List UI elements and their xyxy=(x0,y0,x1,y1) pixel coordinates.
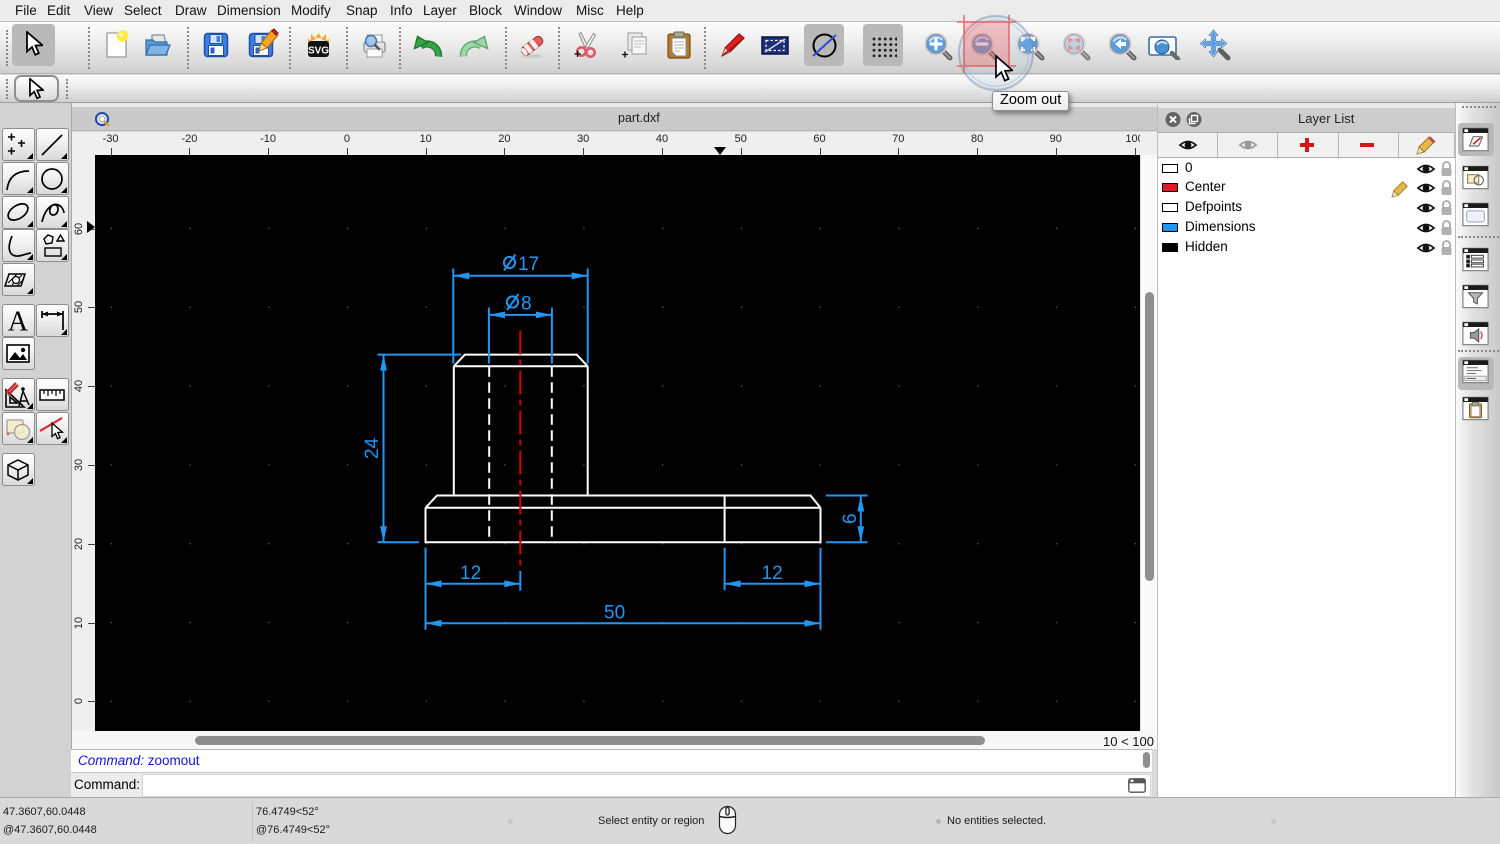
svg-text:A: A xyxy=(8,307,29,335)
svg-text:12: 12 xyxy=(762,563,783,584)
svg-text:12: 12 xyxy=(460,563,481,584)
svg-text:6: 6 xyxy=(840,513,861,524)
svg-text:8: 8 xyxy=(521,294,532,315)
svg-text:17: 17 xyxy=(518,254,539,275)
svg-text:50: 50 xyxy=(604,603,625,624)
svg-text:24: 24 xyxy=(362,437,383,459)
svg-text:SVG: SVG xyxy=(308,46,329,57)
